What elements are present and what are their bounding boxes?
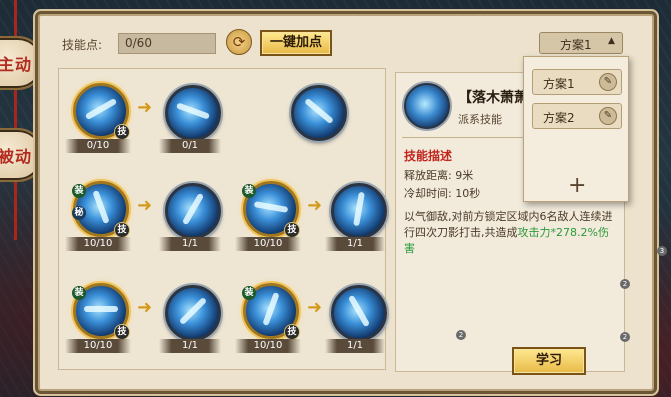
learn-label: 学习 bbox=[535, 353, 562, 368]
skill-points-value: 0/60 bbox=[125, 36, 152, 50]
plan-menu: 方案1 ✎ 方案2 ✎ + bbox=[523, 56, 629, 202]
skill-tag-icon: 技 bbox=[284, 222, 300, 238]
edit-icon[interactable]: ✎ bbox=[599, 107, 617, 125]
plan-dropdown-value: 方案1 bbox=[560, 38, 592, 52]
skill-node[interactable]: 装 技 bbox=[242, 181, 300, 238]
skill-level: 0/10 bbox=[65, 139, 131, 153]
skill-tag-icon: 技 bbox=[284, 324, 300, 340]
skill-node[interactable] bbox=[165, 183, 221, 239]
skill-node[interactable] bbox=[331, 285, 387, 341]
skill-node[interactable] bbox=[291, 85, 347, 141]
skill-description: 以气御敌,对前方锁定区域内6名敌人连续进行四次刀影打击,共造成攻击力*278.2… bbox=[404, 209, 616, 257]
edit-icon[interactable]: ✎ bbox=[599, 73, 617, 91]
count-badge: 3 bbox=[657, 246, 667, 256]
skill-level: 1/1 bbox=[159, 339, 221, 353]
arrow-icon: ➜ bbox=[137, 297, 153, 318]
chevron-up-icon: ▲ bbox=[608, 36, 615, 46]
skill-level: 1/1 bbox=[159, 237, 221, 251]
tab-passive-label: 被动 bbox=[0, 147, 32, 166]
skill-detail-icon bbox=[404, 83, 450, 129]
plan-dropdown[interactable]: 方案1 ▲ bbox=[539, 32, 623, 54]
plan-item[interactable]: 方案2 ✎ bbox=[532, 103, 622, 129]
arrow-icon: ➜ bbox=[307, 195, 323, 216]
skill-cooldown: 冷却时间: 10秒 bbox=[404, 187, 481, 200]
plan-item-label: 方案2 bbox=[543, 111, 575, 125]
equip-tag-icon: 装 bbox=[72, 184, 86, 198]
one-click-allocate-button[interactable]: 一键加点 bbox=[260, 30, 332, 56]
skill-level: 10/10 bbox=[65, 237, 131, 251]
skill-tag-icon: 技 bbox=[114, 124, 130, 140]
skill-node[interactable]: 装 秘 技 bbox=[72, 181, 130, 238]
secret-tag-icon: 秘 bbox=[72, 206, 86, 220]
skill-node[interactable] bbox=[165, 285, 221, 341]
skill-type: 派系技能 bbox=[458, 113, 502, 126]
skill-points-field: 0/60 bbox=[118, 33, 216, 54]
skill-points-label: 技能点: bbox=[62, 38, 103, 52]
skill-level: 10/10 bbox=[65, 339, 131, 353]
equip-tag-icon: 装 bbox=[242, 286, 256, 300]
plan-item-label: 方案1 bbox=[543, 77, 575, 91]
arrow-icon: ➜ bbox=[137, 97, 153, 118]
add-plan-icon[interactable]: + bbox=[568, 173, 586, 198]
skill-node[interactable] bbox=[165, 85, 221, 141]
skill-node[interactable] bbox=[331, 183, 387, 239]
plan-item[interactable]: 方案1 ✎ bbox=[532, 69, 622, 95]
count-badge: 2 bbox=[456, 330, 466, 340]
skill-name: 【落木萧萧 bbox=[458, 90, 528, 106]
skill-level: 0/1 bbox=[159, 139, 221, 153]
arrow-icon: ➜ bbox=[307, 297, 323, 318]
skill-level: 10/10 bbox=[235, 237, 301, 251]
equip-tag-icon: 装 bbox=[72, 286, 86, 300]
desc-title: 技能描述 bbox=[404, 149, 453, 163]
equip-tag-icon: 装 bbox=[242, 184, 256, 198]
count-badge: 2 bbox=[620, 332, 630, 342]
one-click-label: 一键加点 bbox=[269, 35, 322, 50]
top-bar: 技能点: 0/60 ⟳ 一键加点 方案1 ▲ bbox=[40, 16, 652, 56]
tab-active-label: 主动 bbox=[0, 55, 32, 74]
learn-button[interactable]: 学习 bbox=[512, 347, 586, 375]
skill-level: 10/10 bbox=[235, 339, 301, 353]
skill-node[interactable]: 装 技 bbox=[242, 283, 300, 340]
arrow-icon: ➜ bbox=[137, 195, 153, 216]
skill-level: 1/1 bbox=[325, 339, 385, 353]
skill-level: 1/1 bbox=[325, 237, 385, 251]
skill-node[interactable]: 技 bbox=[73, 83, 130, 140]
count-badge: 2 bbox=[620, 279, 630, 289]
skill-tag-icon: 技 bbox=[114, 222, 130, 238]
skill-tag-icon: 技 bbox=[114, 324, 130, 340]
skill-node[interactable]: 装 技 bbox=[72, 283, 130, 340]
reset-points-icon[interactable]: ⟳ bbox=[226, 29, 252, 55]
skill-tree: 技 0/10 ➜ 0/1 装 秘 技 10/10 ➜ 1/1 装 技 10/10… bbox=[58, 68, 387, 370]
skill-range: 释放距离: 9米 bbox=[404, 169, 474, 182]
